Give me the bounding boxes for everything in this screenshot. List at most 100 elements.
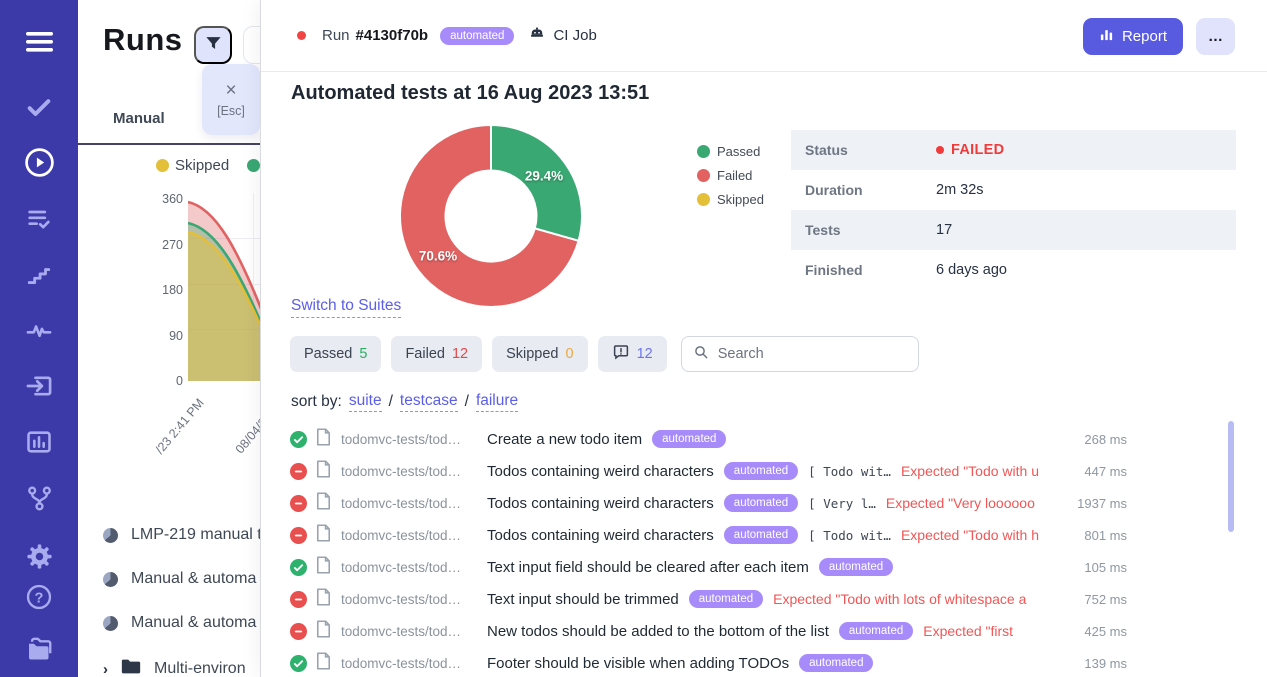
tests-check-icon[interactable] (22, 90, 56, 124)
test-results-list: todomvc-tests/tod… Create a new todo ite… (261, 423, 1267, 677)
result-filters: Passed5 Failed12 Skipped0 12 (290, 336, 919, 372)
report-chart-icon (1099, 27, 1114, 46)
test-row[interactable]: todomvc-tests/tod… Create a new todo ite… (261, 423, 1267, 455)
test-error: Expected "first (923, 623, 1013, 639)
more-actions-button[interactable]: … (1196, 18, 1235, 55)
run-detail-panel: Run #4130f70b automated CI Job Report … … (260, 0, 1267, 677)
status-failed-icon (290, 591, 307, 608)
info-row: Duration 2m 32s (791, 170, 1236, 210)
donut-legend-item: Failed (697, 168, 764, 183)
run-detail-header: Run #4130f70b automated CI Job Report … (261, 0, 1267, 72)
pulse-analytics-icon[interactable] (22, 313, 56, 347)
file-icon (316, 492, 332, 515)
run-status-donut-icon (103, 528, 118, 543)
automated-badge: automated (819, 558, 893, 576)
branches-icon[interactable] (22, 481, 56, 515)
failed-dot (936, 146, 944, 154)
sort-link-failure[interactable]: failure (476, 392, 518, 412)
test-row[interactable]: todomvc-tests/tod… Footer should be visi… (261, 647, 1267, 677)
test-duration: 139 ms (1084, 656, 1127, 671)
test-title: Text input field should be cleared after… (487, 559, 809, 576)
background-run-item[interactable]: Manual & automa (103, 570, 256, 588)
filter-chip[interactable]: Passed5 (290, 336, 381, 372)
y-axis-tick: 270 (151, 238, 183, 252)
chevron-right-icon[interactable]: › (103, 661, 108, 677)
hamburger-menu-icon[interactable] (22, 25, 56, 59)
background-run-item[interactable]: LMP-219 manual te (103, 526, 271, 544)
status-failed-icon (290, 495, 307, 512)
test-error: Expected "Todo with h (901, 527, 1039, 543)
test-row[interactable]: todomvc-tests/tod… New todos should be a… (261, 615, 1267, 647)
test-path: todomvc-tests/tod… (341, 624, 477, 639)
file-icon (316, 556, 332, 579)
test-duration: 268 ms (1084, 432, 1127, 447)
y-axis-tick: 180 (151, 283, 183, 297)
test-duration: 425 ms (1084, 624, 1127, 639)
filter-button[interactable] (194, 26, 232, 64)
run-status-donut-icon (103, 572, 118, 587)
sort-link-suite[interactable]: suite (349, 392, 382, 412)
runs-play-icon[interactable] (22, 145, 56, 179)
search-icon (693, 344, 709, 365)
test-row[interactable]: todomvc-tests/tod… Text input field shou… (261, 551, 1267, 583)
scrollbar-thumb[interactable] (1228, 421, 1234, 532)
status-failed-icon (290, 463, 307, 480)
reports-chart-icon[interactable] (22, 425, 56, 459)
run-title: Automated tests at 16 Aug 2023 13:51 (291, 82, 649, 105)
milestones-stairs-icon[interactable] (22, 258, 56, 292)
tab-manual[interactable]: Manual (113, 110, 165, 127)
report-button-label: Report (1122, 28, 1167, 45)
filter-chip[interactable]: Failed12 (391, 336, 482, 372)
funnel-filter-icon (204, 34, 223, 56)
test-row[interactable]: todomvc-tests/tod… Todos containing weir… (261, 455, 1267, 487)
svg-text:?: ? (35, 590, 44, 606)
background-area-chart (188, 193, 262, 383)
filter-chip[interactable]: 12 (598, 336, 667, 372)
donut-legend-item: Skipped (697, 192, 764, 207)
test-row[interactable]: todomvc-tests/tod… Todos containing weir… (261, 519, 1267, 551)
settings-gear-icon[interactable] (22, 539, 56, 573)
test-plans-list-icon[interactable] (22, 202, 56, 236)
comment-icon (612, 343, 630, 365)
test-duration: 447 ms (1084, 464, 1127, 479)
automated-badge: automated (839, 622, 913, 640)
ci-job-label: CI Job (553, 27, 596, 44)
run-status-dot (297, 31, 306, 40)
test-error: Expected "Very loooooo (886, 495, 1035, 511)
info-label: Tests (791, 222, 936, 238)
test-title: Footer should be visible when adding TOD… (487, 655, 789, 672)
import-sign-in-icon[interactable] (22, 369, 56, 403)
info-row: Status FAILED (791, 130, 1236, 170)
automated-badge: automated (440, 27, 514, 45)
close-icon[interactable]: × (225, 81, 236, 100)
y-axis-tick: 0 (151, 374, 183, 388)
status-passed-icon (290, 431, 307, 448)
test-path: todomvc-tests/tod… (341, 592, 477, 607)
test-duration: 105 ms (1084, 560, 1127, 575)
test-row[interactable]: todomvc-tests/tod… Todos containing weir… (261, 487, 1267, 519)
projects-folder-icon[interactable] (22, 633, 56, 667)
info-label: Finished (791, 262, 936, 278)
background-run-item[interactable]: › Multi-environ (103, 658, 246, 677)
help-icon[interactable]: ? (22, 580, 56, 614)
run-id: #4130f70b (356, 27, 429, 44)
test-path: todomvc-tests/tod… (341, 656, 477, 671)
folder-icon (121, 658, 141, 677)
run-word: Run (322, 27, 350, 44)
ci-job: CI Job (528, 25, 596, 47)
file-icon (316, 460, 332, 483)
test-row[interactable]: todomvc-tests/tod… Text input should be … (261, 583, 1267, 615)
search-input[interactable] (718, 346, 888, 362)
switch-to-suites-link[interactable]: Switch to Suites (291, 297, 401, 318)
test-title: Todos containing weird characters (487, 527, 714, 544)
file-icon (316, 524, 332, 547)
background-run-item[interactable]: Manual & automa (103, 614, 256, 632)
info-row: Tests 17 (791, 210, 1236, 250)
sort-link-testcase[interactable]: testcase (400, 392, 458, 412)
status-passed-icon (290, 655, 307, 672)
report-button[interactable]: Report (1083, 18, 1183, 55)
filter-chip[interactable]: Skipped0 (492, 336, 587, 372)
automated-badge: automated (724, 494, 798, 512)
file-icon (316, 652, 332, 675)
test-title: Create a new todo item (487, 431, 642, 448)
